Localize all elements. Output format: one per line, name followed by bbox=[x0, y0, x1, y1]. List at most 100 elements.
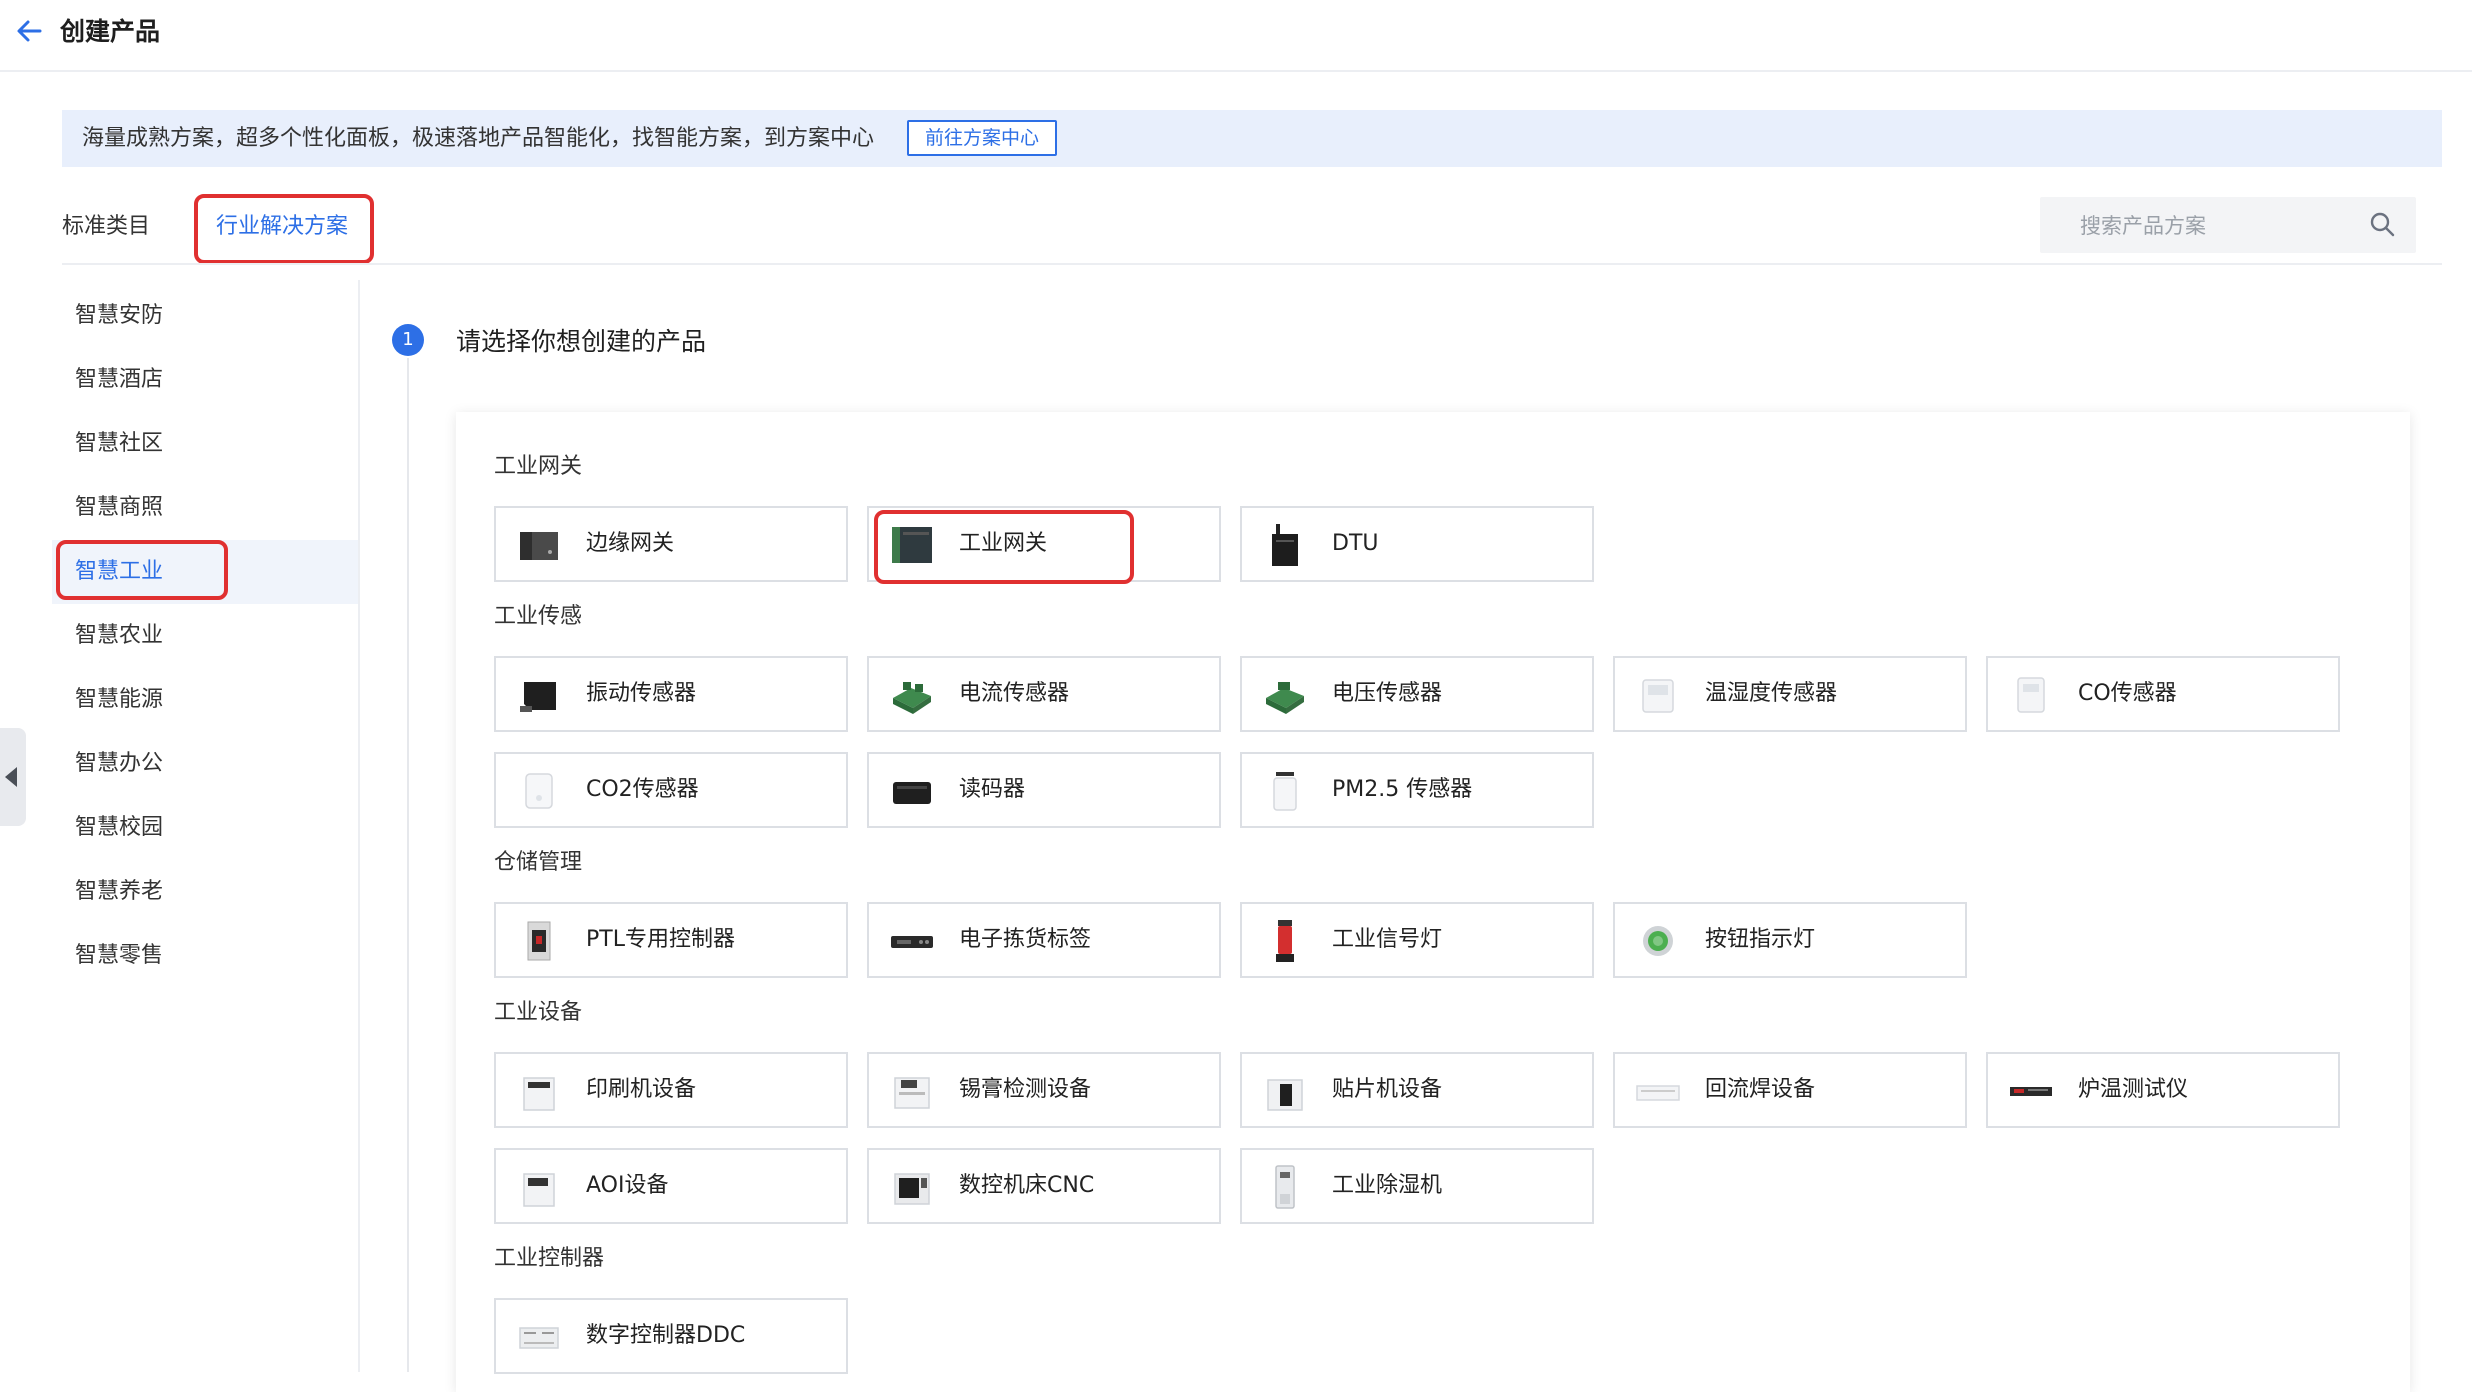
product-card-printer-machine[interactable]: 印刷机设备 bbox=[494, 1052, 848, 1128]
ptl-controller-icon bbox=[527, 921, 551, 961]
product-card-dehumidifier[interactable]: 工业除湿机 bbox=[1240, 1148, 1594, 1224]
sidebar-item-smart-retail[interactable]: 智慧零售 bbox=[52, 924, 358, 988]
product-label: 锡膏检测设备 bbox=[959, 1077, 1092, 1102]
back-arrow-icon[interactable] bbox=[14, 16, 44, 46]
product-label: 贴片机设备 bbox=[1332, 1077, 1443, 1102]
product-label: AOI设备 bbox=[586, 1173, 669, 1198]
sidebar-item-smart-security[interactable]: 智慧安防 bbox=[52, 284, 358, 348]
product-label: 数字控制器DDC bbox=[586, 1323, 746, 1348]
sidebar-item-smart-community[interactable]: 智慧社区 bbox=[52, 412, 358, 476]
product-label: 电压传感器 bbox=[1332, 681, 1443, 706]
tabs-divider bbox=[62, 263, 2442, 265]
code-reader-icon bbox=[893, 782, 931, 804]
group-title-industrial-equipment: 工业设备 bbox=[494, 1000, 583, 1025]
category-sidebar: 智慧安防 智慧酒店 智慧社区 智慧商照 智慧工业 智慧农业 智慧能源 智慧办公 … bbox=[52, 280, 360, 1372]
product-label: 电流传感器 bbox=[959, 681, 1070, 706]
product-label: 印刷机设备 bbox=[586, 1077, 697, 1102]
product-card-edge-gateway[interactable]: 边缘网关 bbox=[494, 506, 848, 582]
signal-light-icon bbox=[1276, 920, 1294, 962]
product-card-aoi-device[interactable]: AOI设备 bbox=[494, 1148, 848, 1224]
product-selection-card: 工业网关 边缘网关 工业网关 DTU 工业传感 振动传感器 电流传感器 电压传感… bbox=[456, 412, 2410, 1392]
sidebar-collapse-handle[interactable] bbox=[0, 728, 26, 826]
product-card-signal-light[interactable]: 工业信号灯 bbox=[1240, 902, 1594, 978]
product-card-cnc-machine[interactable]: 数控机床CNC bbox=[867, 1148, 1221, 1224]
solution-banner: 海量成熟方案，超多个性化面板，极速落地产品智能化，找智能方案，到方案中心 前往方… bbox=[62, 110, 2442, 167]
product-label: 按钮指示灯 bbox=[1705, 927, 1816, 952]
voltage-sensor-icon bbox=[1266, 682, 1304, 714]
sidebar-item-smart-agriculture[interactable]: 智慧农业 bbox=[52, 604, 358, 668]
aoi-device-icon bbox=[523, 1173, 555, 1207]
pm25-sensor-icon bbox=[1273, 772, 1297, 811]
tab-standard-category[interactable]: 标准类目 bbox=[62, 204, 150, 250]
dtu-icon bbox=[1272, 524, 1298, 566]
product-label: PM2.5 传感器 bbox=[1332, 777, 1473, 802]
product-label: CO传感器 bbox=[2078, 681, 2177, 706]
search-icon[interactable] bbox=[2368, 210, 2396, 238]
cnc-machine-icon bbox=[894, 1173, 930, 1205]
dehumidifier-icon bbox=[1275, 1165, 1295, 1209]
picking-label-icon bbox=[891, 936, 933, 948]
sidebar-item-smart-lighting[interactable]: 智慧商照 bbox=[52, 476, 358, 540]
product-card-pick-and-place-machine[interactable]: 贴片机设备 bbox=[1240, 1052, 1594, 1128]
sidebar-item-smart-energy[interactable]: 智慧能源 bbox=[52, 668, 358, 732]
product-highlight-box bbox=[874, 510, 1134, 584]
product-card-picking-label[interactable]: 电子拣货标签 bbox=[867, 902, 1221, 978]
co2-sensor-icon bbox=[525, 773, 553, 809]
current-sensor-icon bbox=[893, 682, 931, 714]
collapse-left-icon bbox=[5, 767, 17, 787]
group-title-industrial-gateway: 工业网关 bbox=[494, 454, 583, 479]
product-card-co2-sensor[interactable]: CO2传感器 bbox=[494, 752, 848, 828]
tab-highlight-box bbox=[194, 194, 374, 264]
product-label: 温湿度传感器 bbox=[1705, 681, 1838, 706]
sidebar-item-smart-elderly-care[interactable]: 智慧养老 bbox=[52, 860, 358, 924]
banner-text: 海量成熟方案，超多个性化面板，极速落地产品智能化，找智能方案，到方案中心 bbox=[82, 126, 875, 151]
group-title-warehouse-management: 仓储管理 bbox=[494, 850, 583, 875]
product-label: 工业信号灯 bbox=[1332, 927, 1443, 952]
page-title: 创建产品 bbox=[60, 17, 161, 46]
product-card-oven-temperature-tester[interactable]: 炉温测试仪 bbox=[1986, 1052, 2340, 1128]
sidebar-highlight-box bbox=[56, 540, 228, 600]
reflow-oven-icon bbox=[1636, 1085, 1680, 1101]
product-card-dtu[interactable]: DTU bbox=[1240, 506, 1594, 582]
product-label: 振动传感器 bbox=[586, 681, 697, 706]
oven-temperature-tester-icon bbox=[2010, 1087, 2052, 1096]
product-card-vibration-sensor[interactable]: 振动传感器 bbox=[494, 656, 848, 732]
product-label: 电子拣货标签 bbox=[959, 927, 1092, 952]
ddc-controller-icon bbox=[519, 1327, 559, 1349]
product-card-code-reader[interactable]: 读码器 bbox=[867, 752, 1221, 828]
product-label: DTU bbox=[1332, 531, 1379, 556]
product-card-solder-paste-inspection[interactable]: 锡膏检测设备 bbox=[867, 1052, 1221, 1128]
sidebar-item-smart-campus[interactable]: 智慧校园 bbox=[52, 796, 358, 860]
product-label: CO2传感器 bbox=[586, 777, 699, 802]
product-label: 边缘网关 bbox=[586, 531, 675, 556]
step-connector-line bbox=[407, 358, 409, 1372]
printer-machine-icon bbox=[523, 1077, 555, 1111]
sidebar-item-smart-hotel[interactable]: 智慧酒店 bbox=[52, 348, 358, 412]
solder-paste-inspection-icon bbox=[894, 1077, 930, 1109]
product-label: 炉温测试仪 bbox=[2078, 1077, 2189, 1102]
product-card-current-sensor[interactable]: 电流传感器 bbox=[867, 656, 1221, 732]
product-card-ptl-controller[interactable]: PTL专用控制器 bbox=[494, 902, 848, 978]
button-indicator-icon bbox=[1643, 926, 1673, 956]
product-card-pm25-sensor[interactable]: PM2.5 传感器 bbox=[1240, 752, 1594, 828]
product-card-voltage-sensor[interactable]: 电压传感器 bbox=[1240, 656, 1594, 732]
product-card-temperature-humidity-sensor[interactable]: 温湿度传感器 bbox=[1613, 656, 1967, 732]
product-label: 工业除湿机 bbox=[1332, 1173, 1443, 1198]
product-card-button-indicator[interactable]: 按钮指示灯 bbox=[1613, 902, 1967, 978]
go-solution-center-button[interactable]: 前往方案中心 bbox=[907, 120, 1057, 156]
group-title-industrial-sensing: 工业传感 bbox=[494, 604, 583, 629]
pick-and-place-machine-icon bbox=[1267, 1079, 1303, 1111]
search-input[interactable] bbox=[2040, 197, 2402, 255]
product-label: 回流焊设备 bbox=[1705, 1077, 1816, 1102]
product-card-co-sensor[interactable]: CO传感器 bbox=[1986, 656, 2340, 732]
search-box bbox=[2040, 197, 2416, 255]
temperature-humidity-sensor-icon bbox=[1642, 679, 1674, 713]
step-number-badge: 1 bbox=[392, 324, 424, 356]
header-bar: 创建产品 bbox=[0, 0, 2472, 72]
co-sensor-icon bbox=[2017, 677, 2045, 713]
product-card-reflow-oven[interactable]: 回流焊设备 bbox=[1613, 1052, 1967, 1128]
sidebar-item-smart-office[interactable]: 智慧办公 bbox=[52, 732, 358, 796]
product-label: PTL专用控制器 bbox=[586, 927, 735, 952]
step-title: 请选择你想创建的产品 bbox=[456, 327, 707, 356]
product-card-ddc-controller[interactable]: 数字控制器DDC bbox=[494, 1298, 848, 1374]
